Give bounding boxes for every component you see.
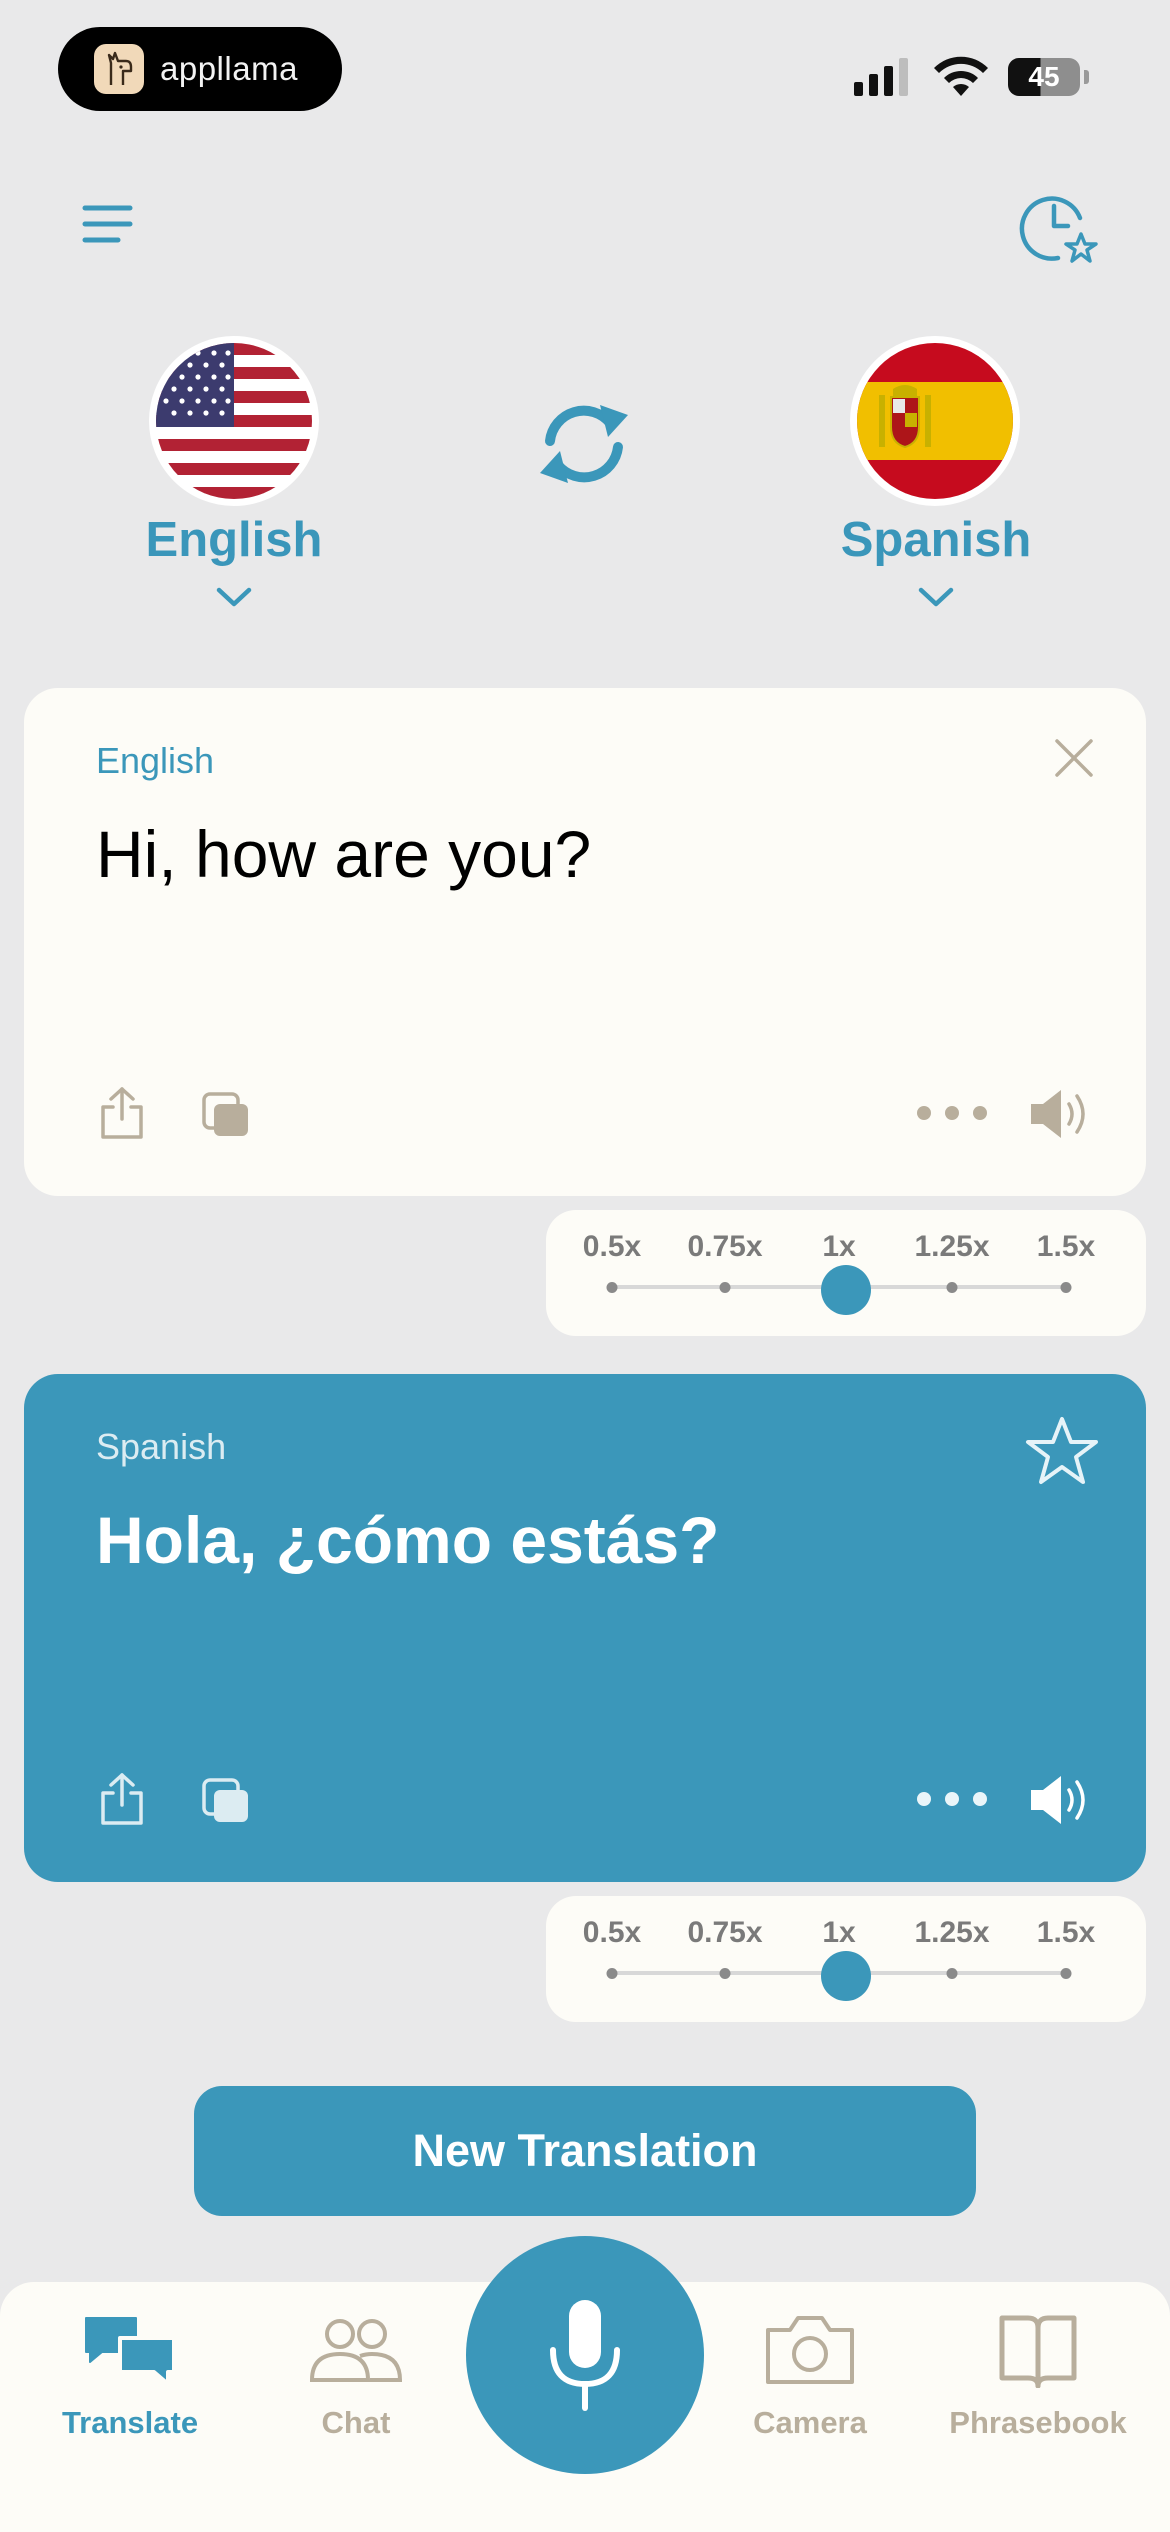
source-language-chevron-down-icon[interactable] [214,584,254,610]
share-icon[interactable] [96,1770,148,1828]
brand-name: appllama [160,50,298,87]
speed-option-label[interactable]: 1.5x [1037,1916,1095,1950]
source-language-name[interactable]: English [84,512,384,568]
speed-slider-thumb[interactable] [821,1951,871,2001]
copy-icon[interactable] [198,1774,254,1828]
speed-option-label[interactable]: 1.25x [914,1916,989,1950]
history-favorites-icon[interactable] [1018,188,1102,268]
source-card-label: English [96,740,215,781]
tab-label-chat: Chat [321,2405,391,2440]
tab-phrasebook[interactable]: Phrasebook [928,2312,1148,2462]
source-text-card: English Hi, how are you? [24,688,1146,1196]
more-options-icon[interactable] [914,1784,990,1814]
source-speed-selector: 0.5x 0.75x 1x 1.25x 1.5x [546,1210,1146,1336]
speed-option-label[interactable]: 0.5x [583,1916,641,1950]
swap-languages-icon[interactable] [532,398,636,490]
tab-label-phrasebook: Phrasebook [949,2405,1127,2440]
speed-option-label[interactable]: 0.75x [687,1230,762,1264]
speed-tick[interactable] [1060,1968,1072,1979]
speaker-icon[interactable] [1028,1086,1092,1142]
speed-tick[interactable] [946,1968,958,1979]
speed-option-label[interactable]: 1x [822,1916,855,1950]
tab-camera[interactable]: Camera [700,2312,920,2462]
battery-indicator: 45 [1008,58,1080,96]
battery-tip [1084,70,1089,84]
spain-flag-icon[interactable] [850,336,1020,506]
camera-icon [762,2312,858,2393]
speed-option-label[interactable]: 0.5x [583,1230,641,1264]
new-translation-button[interactable]: New Translation [194,2086,976,2216]
speed-option-label[interactable]: 1.25x [914,1230,989,1264]
speed-tick[interactable] [719,1968,731,1979]
target-speed-selector: 0.5x 0.75x 1x 1.25x 1.5x [546,1896,1146,2022]
speed-option-label[interactable]: 1.5x [1037,1230,1095,1264]
speaker-icon[interactable] [1028,1772,1092,1828]
llama-logo-icon [94,44,144,94]
speed-option-label[interactable]: 0.75x [687,1916,762,1950]
book-icon [990,2312,1086,2393]
microphone-button[interactable] [466,2236,704,2474]
chat-bubbles-icon [82,2312,178,2393]
speed-tick[interactable] [606,1968,618,1979]
cellular-signal-icon [854,58,914,101]
target-language-name[interactable]: Spanish [786,512,1086,568]
share-icon[interactable] [96,1084,148,1142]
microphone-icon [550,2300,620,2411]
us-flag-icon[interactable] [149,336,319,506]
speed-slider-thumb[interactable] [821,1265,871,1315]
wifi-icon [932,54,990,103]
more-options-icon[interactable] [914,1098,990,1128]
tab-chat[interactable]: Chat [246,2312,466,2462]
people-icon [308,2312,404,2393]
translated-text: Hola, ¿cómo estás? [96,1503,720,1577]
speed-tick[interactable] [606,1282,618,1293]
speed-option-label[interactable]: 1x [822,1230,855,1264]
tab-label-translate: Translate [61,2405,199,2440]
app-badge: appllama [58,27,342,111]
menu-icon[interactable] [80,200,136,248]
tab-translate[interactable]: Translate [20,2312,240,2462]
tab-label-camera: Camera [753,2405,867,2440]
speed-tick[interactable] [1060,1282,1072,1293]
source-text[interactable]: Hi, how are you? [96,816,591,892]
translation-card: Spanish Hola, ¿cómo estás? [24,1374,1146,1882]
target-card-label: Spanish [96,1426,227,1467]
speed-tick[interactable] [946,1282,958,1293]
clear-text-close-icon[interactable] [1050,734,1098,782]
speed-tick[interactable] [719,1282,731,1293]
target-language-chevron-down-icon[interactable] [916,584,956,610]
copy-icon[interactable] [198,1088,254,1142]
favorite-star-icon[interactable] [1024,1414,1100,1488]
